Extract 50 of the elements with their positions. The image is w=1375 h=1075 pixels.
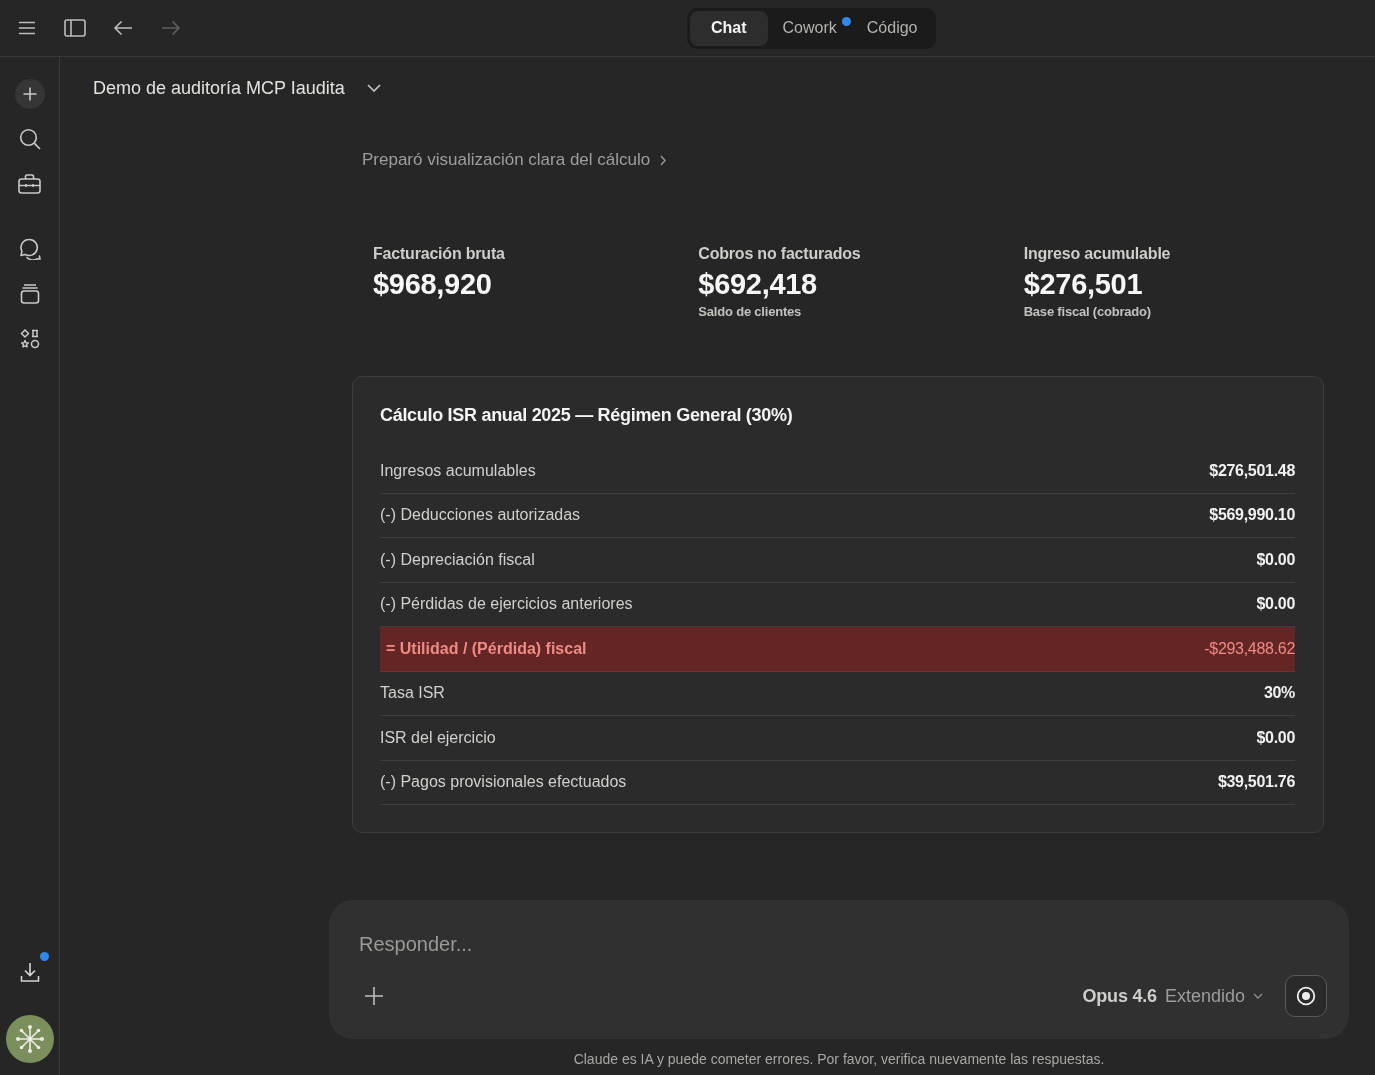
conversation-title[interactable]: Demo de auditoría MCP Iaudita <box>93 75 381 101</box>
plus-icon[interactable] <box>14 79 45 109</box>
toolbox-icon[interactable] <box>18 174 41 194</box>
asterisk-avatar-icon[interactable] <box>5 1015 54 1063</box>
row-value: $0.00 <box>1256 595 1295 614</box>
row-value: $0.00 <box>1256 728 1295 747</box>
model-selector[interactable]: Opus 4.6 Extendido <box>1082 985 1263 1007</box>
record-button[interactable] <box>1285 975 1327 1017</box>
row-value: $569,990.10 <box>1209 506 1295 525</box>
shapes-icon[interactable] <box>19 329 40 349</box>
stat-label: Cobros no facturados <box>698 244 861 264</box>
stat-value: $968,920 <box>373 267 492 301</box>
row-value: $276,501.48 <box>1209 461 1295 480</box>
row-value: 30% <box>1263 684 1295 703</box>
row-value: $39,501.76 <box>1217 773 1295 792</box>
stat-label: Ingreso acumulable <box>1023 244 1171 264</box>
reply-input[interactable]: Responder... <box>359 929 1299 959</box>
stat-label: Facturación bruta <box>373 244 505 264</box>
row-label: Tasa ISR <box>380 684 445 703</box>
archive-box-icon[interactable] <box>19 284 40 304</box>
card-title: Cálculo ISR anual 2025 — Régimen General (30%) <box>380 404 794 427</box>
plus-icon[interactable] <box>365 987 383 1005</box>
row-label: (-) Deducciones autorizadas <box>380 506 581 525</box>
row-label: = Utilidad / (Pérdida) fiscal <box>385 639 587 658</box>
stat-note: Base fiscal (cobrado) <box>1023 304 1151 320</box>
stat-note: Saldo de clientes <box>698 304 802 320</box>
ring-dot-icon <box>1296 986 1316 1006</box>
chat-bubbles-icon[interactable] <box>18 238 41 260</box>
mode-tab[interactable]: Cowork <box>767 10 852 46</box>
row-label: (-) Depreciación fiscal <box>380 550 535 569</box>
menu-icon[interactable] <box>18 21 36 35</box>
row-label: Ingresos acumulables <box>380 461 536 480</box>
chevron-down-icon <box>1253 993 1263 999</box>
chevron-down-icon <box>366 84 381 92</box>
search-icon[interactable] <box>18 128 41 150</box>
download-icon[interactable] <box>19 962 40 982</box>
back-arrow-icon[interactable] <box>113 20 133 36</box>
sidebar-toggle-icon[interactable] <box>64 19 86 37</box>
mode-tab[interactable]: Chat <box>690 10 768 46</box>
row-label: (-) Pérdidas de ejercicios anteriores <box>380 595 633 614</box>
chevron-right-icon <box>660 154 667 166</box>
stat-value: $692,418 <box>698 267 817 301</box>
row-label: (-) Pagos provisionales efectuados <box>380 773 627 792</box>
row-value: $0.00 <box>1256 550 1295 569</box>
stat-value: $276,501 <box>1023 267 1143 301</box>
row-label: ISR del ejercicio <box>380 728 496 747</box>
disclaimer-text: Claude es IA y puede cometer errores. Por favor, verifica nuevamente las respuestas. <box>572 1050 1106 1069</box>
mode-tab[interactable]: Código <box>851 10 933 46</box>
step-summary-link[interactable]: Preparó visualización clara del cálculo <box>362 148 667 172</box>
row-value: -$293,488.62 <box>1204 639 1295 658</box>
